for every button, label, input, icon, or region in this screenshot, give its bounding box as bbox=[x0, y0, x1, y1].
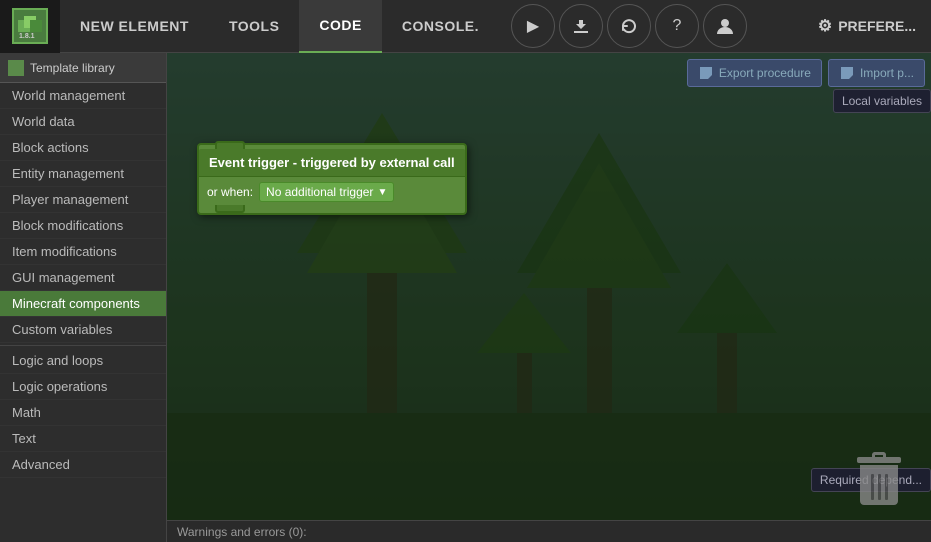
help-button[interactable]: ? bbox=[655, 4, 699, 48]
trash-line-1 bbox=[871, 474, 874, 500]
import-procedure-label: Import p... bbox=[860, 66, 914, 80]
logo-area: 1.8.1 bbox=[0, 0, 60, 53]
sidebar-item-item-modifications[interactable]: Item modifications bbox=[0, 239, 166, 265]
nav-icon-group: ▶ ? bbox=[509, 4, 749, 48]
sidebar-item-advanced[interactable]: Advanced bbox=[0, 452, 166, 478]
app-logo: 1.8.1 bbox=[12, 8, 48, 44]
preferences-button[interactable]: ⚙ PREFERE... bbox=[803, 0, 931, 53]
trash-line-2 bbox=[878, 474, 881, 500]
sidebar-item-player-management[interactable]: Player management bbox=[0, 187, 166, 213]
warnings-label: Warnings and errors (0): bbox=[177, 525, 307, 539]
sidebar-item-gui-management[interactable]: GUI management bbox=[0, 265, 166, 291]
download-button[interactable] bbox=[559, 4, 603, 48]
nav-code[interactable]: CODE bbox=[299, 0, 381, 53]
import-procedure-button[interactable]: Import p... bbox=[828, 59, 925, 87]
gear-icon: ⚙ bbox=[818, 16, 832, 36]
sidebar-divider bbox=[0, 345, 166, 346]
or-when-label: or when: bbox=[207, 185, 253, 199]
play-button[interactable]: ▶ bbox=[511, 4, 555, 48]
sidebar-item-logic-and-loops[interactable]: Logic and loops bbox=[0, 348, 166, 374]
sidebar: Template library World management World … bbox=[0, 53, 167, 542]
template-library-header: Template library bbox=[0, 53, 166, 83]
export-procedure-button[interactable]: Export procedure bbox=[687, 59, 822, 87]
sidebar-item-minecraft-components[interactable]: Minecraft components bbox=[0, 291, 166, 317]
nav-console[interactable]: CONSOLE. bbox=[382, 0, 499, 53]
trash-icon[interactable] bbox=[857, 452, 901, 502]
event-block-title: Event trigger - triggered by external ca… bbox=[199, 149, 465, 177]
sidebar-item-text[interactable]: Text bbox=[0, 426, 166, 452]
sidebar-item-world-data[interactable]: World data bbox=[0, 109, 166, 135]
trigger-dropdown-value: No additional trigger bbox=[266, 185, 373, 199]
trash-body bbox=[860, 465, 898, 505]
trash-lid bbox=[857, 457, 901, 463]
nav-tools[interactable]: TOOLS bbox=[209, 0, 299, 53]
template-icon bbox=[8, 60, 24, 76]
canvas-export-row: Export procedure Import p... bbox=[687, 59, 925, 87]
local-variables-label: Local variables bbox=[842, 94, 922, 108]
main-layout: Template library World management World … bbox=[0, 53, 931, 542]
sidebar-item-custom-variables[interactable]: Custom variables bbox=[0, 317, 166, 343]
sidebar-item-logic-operations[interactable]: Logic operations bbox=[0, 374, 166, 400]
trash-line-3 bbox=[885, 474, 888, 500]
event-block-body: or when: No additional trigger ▼ bbox=[199, 177, 465, 207]
warnings-bar: Warnings and errors (0): bbox=[167, 520, 931, 542]
svg-text:1.8.1: 1.8.1 bbox=[19, 33, 35, 40]
export-procedure-label: Export procedure bbox=[719, 66, 811, 80]
navbar: 1.8.1 NEW ELEMENT TOOLS CODE CONSOLE. ▶ … bbox=[0, 0, 931, 53]
nav-new-element[interactable]: NEW ELEMENT bbox=[60, 0, 209, 53]
account-button[interactable] bbox=[703, 4, 747, 48]
refresh-button[interactable] bbox=[607, 4, 651, 48]
sidebar-items-list: World management World data Block action… bbox=[0, 83, 166, 542]
sidebar-item-block-actions[interactable]: Block actions bbox=[0, 135, 166, 161]
event-block-outer: Event trigger - triggered by external ca… bbox=[197, 143, 467, 215]
local-variables-panel: Local variables bbox=[833, 89, 931, 113]
sidebar-item-world-management[interactable]: World management bbox=[0, 83, 166, 109]
canvas-area[interactable]: Export procedure Import p... Local varia… bbox=[167, 53, 931, 542]
event-trigger-block[interactable]: Event trigger - triggered by external ca… bbox=[197, 143, 467, 215]
sidebar-item-block-modifications[interactable]: Block modifications bbox=[0, 213, 166, 239]
dropdown-arrow-icon: ▼ bbox=[377, 187, 387, 198]
trigger-dropdown[interactable]: No additional trigger ▼ bbox=[259, 182, 394, 202]
sidebar-item-math[interactable]: Math bbox=[0, 400, 166, 426]
sidebar-item-entity-management[interactable]: Entity management bbox=[0, 161, 166, 187]
template-library-label: Template library bbox=[30, 61, 115, 75]
